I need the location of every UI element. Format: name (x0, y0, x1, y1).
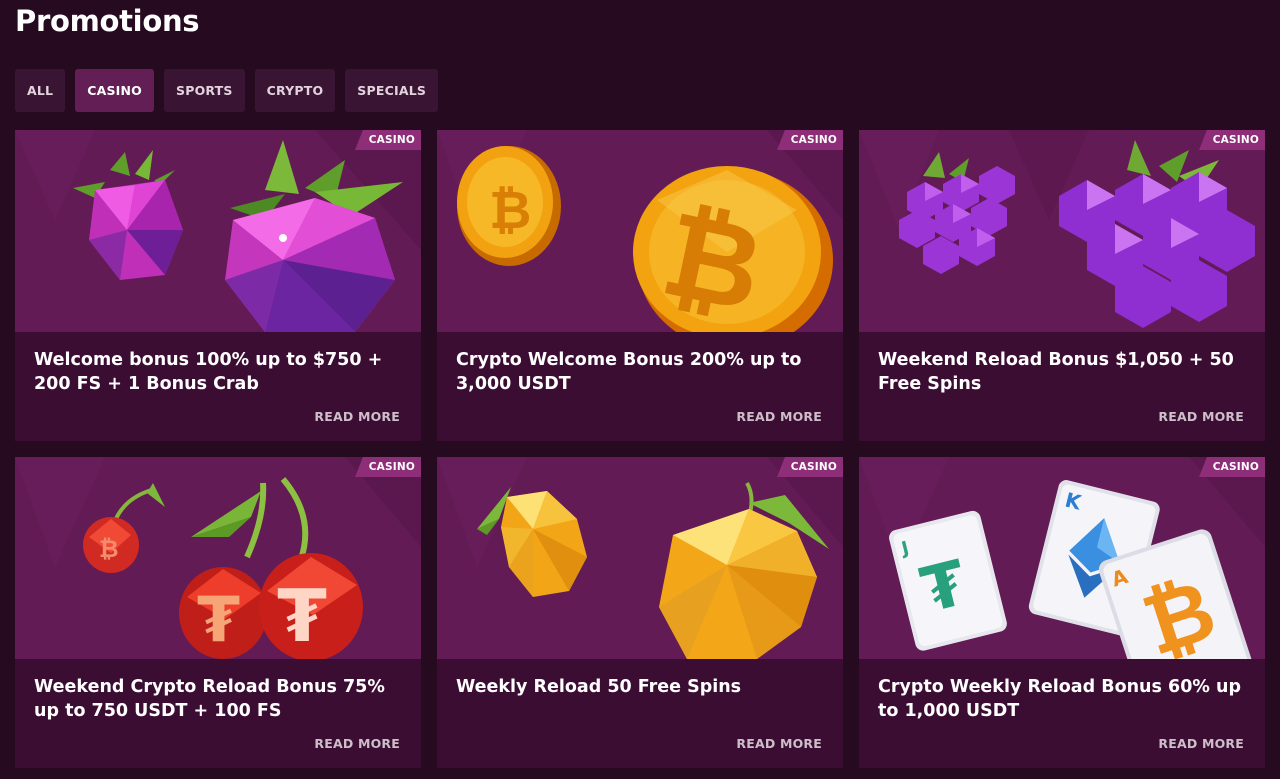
filter-tab-crypto[interactable]: CRYPTO (254, 69, 336, 112)
promotion-card[interactable]: ₿ ₮ ₮ CASINO Weekend Crypto Reload Bonus… (15, 457, 421, 768)
category-badge: CASINO (1199, 457, 1265, 477)
promotion-title: Weekend Crypto Reload Bonus 75% up to 75… (34, 677, 385, 721)
filter-tab-sports[interactable]: SPORTS (164, 69, 245, 112)
read-more-link[interactable]: READ MORE (736, 409, 822, 424)
promotion-filter-tabs: ALL CASINO SPORTS CRYPTO SPECIALS (15, 69, 439, 112)
read-more-link[interactable]: READ MORE (1158, 736, 1244, 751)
svg-text:₿: ₿ (489, 181, 531, 241)
svg-text:₮: ₮ (277, 574, 327, 658)
promotion-card[interactable]: CASINO Weekend Reload Bonus $1,050 + 50 … (859, 130, 1265, 441)
cherries-image[interactable]: ₿ ₮ ₮ (15, 457, 421, 659)
filter-tab-casino[interactable]: CASINO (75, 69, 155, 112)
category-badge: CASINO (777, 130, 843, 150)
promotions-grid: CASINO Welcome bonus 100% up to $750 + 2… (15, 130, 1278, 768)
filter-tab-specials[interactable]: SPECIALS (345, 69, 439, 112)
svg-text:₮: ₮ (197, 583, 240, 656)
category-badge: CASINO (355, 130, 421, 150)
playing-cards-image[interactable]: J ₮ K A ₿ (859, 457, 1265, 659)
read-more-link[interactable]: READ MORE (314, 409, 400, 424)
svg-text:₿: ₿ (99, 535, 119, 563)
promotion-card[interactable]: J ₮ K A ₿ CASINO Crypto Weekly Reload Bo… (859, 457, 1265, 768)
promotion-title: Crypto Welcome Bonus 200% up to 3,000 US… (456, 350, 802, 394)
promotion-card[interactable]: CASINO Weekly Reload 50 Free Spins READ … (437, 457, 843, 768)
promotion-title: Weekend Reload Bonus $1,050 + 50 Free Sp… (878, 350, 1234, 394)
raspberry-image[interactable] (15, 130, 421, 332)
filter-tab-all[interactable]: ALL (15, 69, 66, 112)
promotion-card[interactable]: ₿ ₿ CASINO Crypto Welcome Bonus 200% up … (437, 130, 843, 441)
promotion-card[interactable]: CASINO Welcome bonus 100% up to $750 + 2… (15, 130, 421, 441)
read-more-link[interactable]: READ MORE (314, 736, 400, 751)
grapes-image[interactable] (859, 130, 1265, 332)
category-badge: CASINO (777, 457, 843, 477)
read-more-link[interactable]: READ MORE (736, 736, 822, 751)
page-title: Promotions (15, 4, 200, 38)
bitcoin-coin-image[interactable]: ₿ ₿ (437, 130, 843, 332)
promotion-title: Crypto Weekly Reload Bonus 60% up to 1,0… (878, 677, 1241, 721)
category-badge: CASINO (1199, 130, 1265, 150)
lemon-image[interactable] (437, 457, 843, 659)
read-more-link[interactable]: READ MORE (1158, 409, 1244, 424)
promotion-title: Welcome bonus 100% up to $750 + 200 FS +… (34, 350, 383, 394)
promotion-title: Weekly Reload 50 Free Spins (456, 677, 742, 697)
category-badge: CASINO (355, 457, 421, 477)
